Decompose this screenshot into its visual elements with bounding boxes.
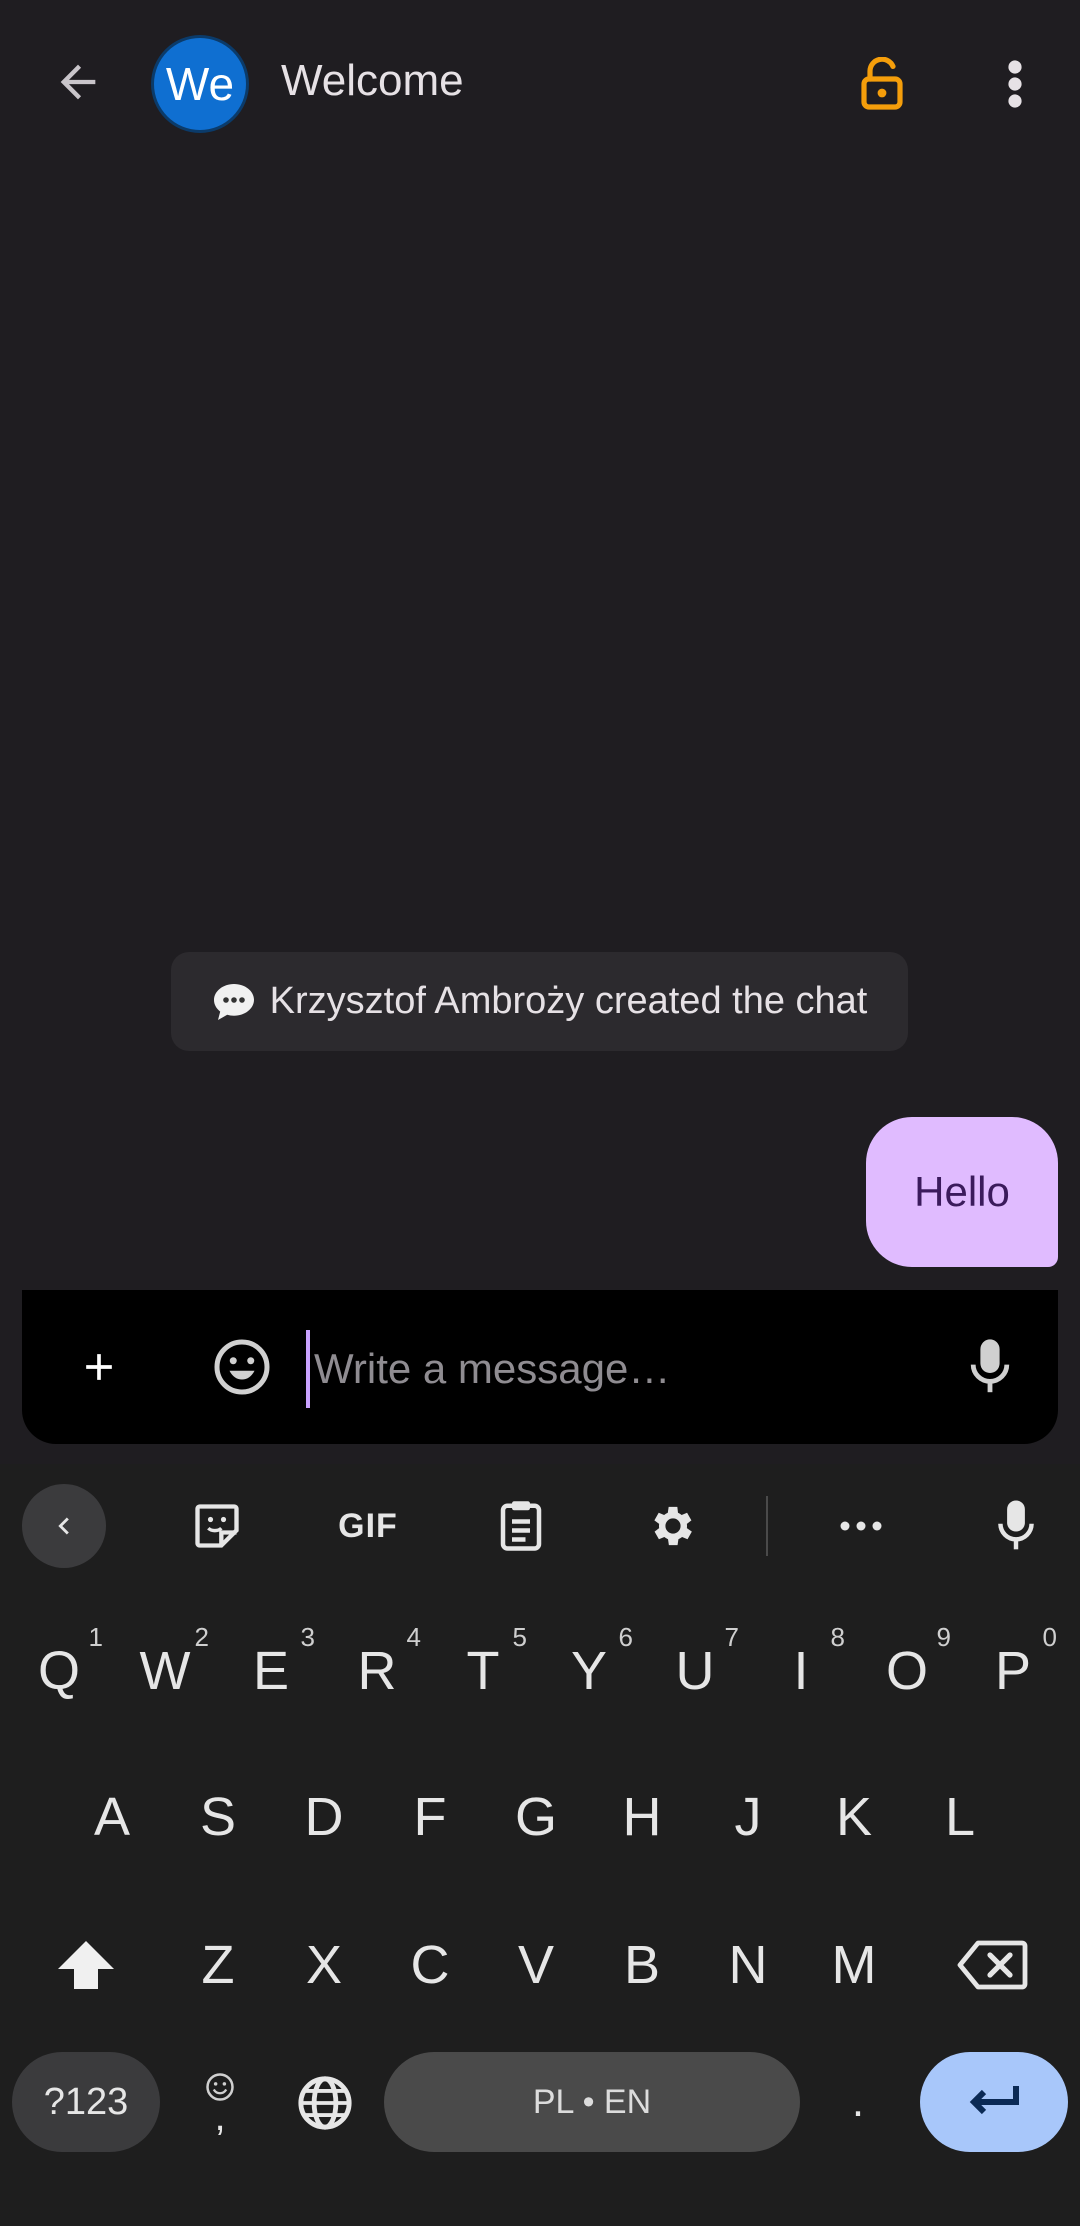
keyboard-collapse-button[interactable] [22, 1484, 106, 1568]
shift-key[interactable] [36, 1910, 136, 2020]
more-options-button[interactable] [985, 50, 1045, 118]
encryption-lock-button[interactable] [850, 50, 914, 118]
symbols-key[interactable]: ?123 [12, 2052, 160, 2152]
key-label: E [252, 1641, 290, 1701]
clipboard-icon [500, 1501, 542, 1551]
key-hint: 1 [88, 1622, 103, 1652]
key-o[interactable]: O9 [857, 1616, 957, 1726]
gear-icon [654, 1506, 692, 1546]
key-y[interactable]: Y6 [539, 1616, 639, 1726]
enter-arrow-icon [969, 2086, 1019, 2115]
gif-label: GIF [338, 1506, 398, 1545]
microphone-icon [970, 1339, 1010, 1393]
key-s[interactable]: S [168, 1762, 268, 1872]
key-f[interactable]: F [380, 1762, 480, 1872]
keyboard-settings-button[interactable] [638, 1484, 708, 1568]
more-vert-icon [1008, 60, 1022, 108]
more-horiz-icon [840, 1521, 882, 1531]
comma-label: , [214, 2095, 226, 2139]
backspace-icon [957, 1940, 1028, 1990]
outgoing-message-bubble[interactable]: Hello [866, 1117, 1058, 1267]
key-e[interactable]: E3 [221, 1616, 321, 1726]
period-key[interactable]: . [820, 2052, 896, 2152]
key-x[interactable]: X [274, 1910, 374, 2020]
key-label: T [466, 1641, 500, 1701]
key-label: Q [37, 1641, 80, 1701]
key-label: W [139, 1641, 191, 1701]
emoji-button[interactable] [205, 1330, 279, 1404]
keyboard-sticker-button[interactable] [182, 1484, 252, 1568]
emoji-smile-icon [214, 1339, 270, 1395]
plus-icon [86, 1354, 112, 1380]
key-v[interactable]: V [486, 1910, 586, 2020]
key-n[interactable]: N [698, 1910, 798, 2020]
key-label: I [793, 1641, 809, 1701]
key-u[interactable]: U7 [645, 1616, 745, 1726]
key-hint: 3 [300, 1622, 315, 1652]
key-c[interactable]: C [380, 1910, 480, 2020]
arrow-back-icon [60, 64, 96, 100]
backspace-key[interactable] [942, 1910, 1042, 2020]
key-m[interactable]: M [804, 1910, 904, 2020]
key-w[interactable]: W2 [115, 1616, 215, 1726]
key-label: Y [570, 1641, 608, 1701]
message-input[interactable] [306, 1330, 954, 1408]
shift-icon [58, 1941, 114, 1989]
comma-emoji-key[interactable]: , [180, 2052, 260, 2152]
key-t[interactable]: T5 [433, 1616, 533, 1726]
toolbar-divider [766, 1496, 768, 1556]
key-h[interactable]: H [592, 1762, 692, 1872]
system-message: Krzysztof Ambroży created the chat [171, 952, 908, 1051]
key-z[interactable]: Z [168, 1910, 268, 2020]
attach-button[interactable] [64, 1330, 134, 1404]
key-j[interactable]: J [698, 1762, 798, 1872]
lock-open-icon [861, 57, 903, 110]
voice-message-button[interactable] [960, 1330, 1020, 1404]
speech-bubble-icon [212, 982, 256, 1022]
microphone-icon [998, 1500, 1034, 1550]
key-label: O [885, 1641, 928, 1701]
key-g[interactable]: G [486, 1762, 586, 1872]
keyboard-more-button[interactable] [826, 1484, 896, 1568]
chat-avatar[interactable]: We [154, 38, 246, 130]
key-p[interactable]: P0 [963, 1616, 1063, 1726]
back-button[interactable] [40, 44, 116, 120]
keyboard-clipboard-button[interactable] [486, 1484, 556, 1568]
key-label: U [675, 1641, 715, 1701]
key-b[interactable]: B [592, 1910, 692, 2020]
language-switch-key[interactable] [285, 2060, 365, 2146]
key-hint: 9 [936, 1622, 951, 1652]
key-label: R [357, 1641, 397, 1701]
key-r[interactable]: R4 [327, 1616, 427, 1726]
key-hint: 4 [406, 1622, 421, 1652]
key-hint: 2 [194, 1622, 209, 1652]
globe-icon [298, 2076, 352, 2130]
key-hint: 0 [1042, 1622, 1057, 1652]
key-label: P [994, 1641, 1032, 1701]
keyboard-voice-button[interactable] [984, 1484, 1048, 1568]
keyboard-gif-button[interactable]: GIF [326, 1484, 410, 1568]
key-hint: 5 [512, 1622, 527, 1652]
key-l[interactable]: L [910, 1762, 1010, 1872]
sticker-icon [195, 1504, 239, 1548]
key-hint: 6 [618, 1622, 633, 1652]
enter-key[interactable] [920, 2052, 1068, 2152]
key-k[interactable]: K [804, 1762, 904, 1872]
chevron-left-icon [58, 1517, 69, 1535]
key-i[interactable]: I8 [751, 1616, 851, 1726]
chat-title[interactable]: Welcome [281, 56, 464, 106]
space-key[interactable]: PL • EN [384, 2052, 800, 2152]
key-q[interactable]: Q1 [9, 1616, 109, 1726]
key-hint: 7 [724, 1622, 739, 1652]
key-d[interactable]: D [274, 1762, 374, 1872]
key-hint: 8 [830, 1622, 845, 1652]
key-a[interactable]: A [62, 1762, 162, 1872]
system-message-text: Krzysztof Ambroży created the chat [269, 980, 868, 1022]
